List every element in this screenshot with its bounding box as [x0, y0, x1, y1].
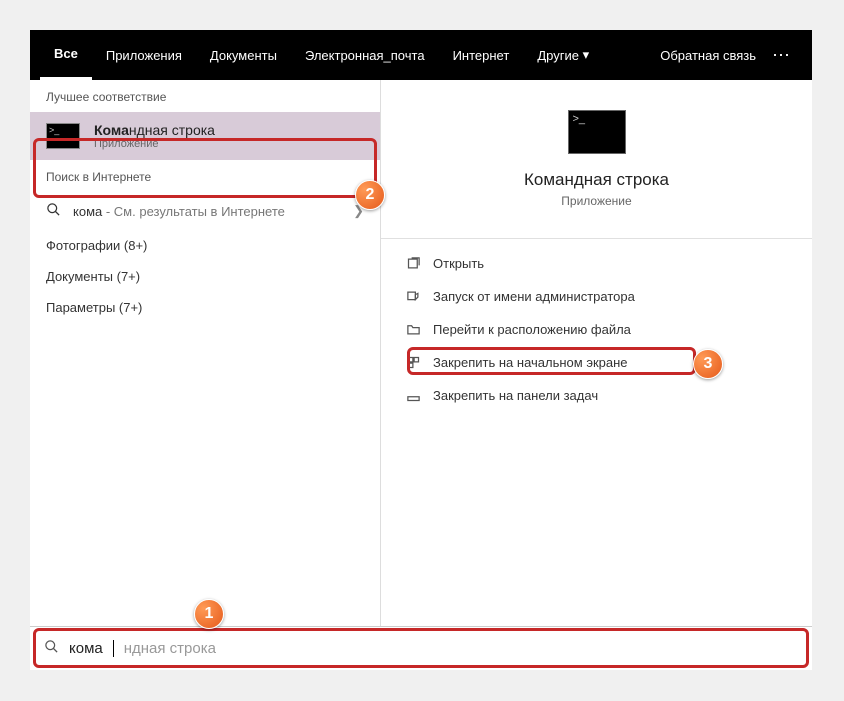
- filter-documents[interactable]: Документы (7+): [30, 261, 380, 292]
- pin-start-icon: [405, 355, 421, 370]
- tab-internet[interactable]: Интернет: [439, 30, 524, 80]
- open-icon: [405, 256, 421, 271]
- command-prompt-icon: [46, 123, 80, 149]
- tab-other[interactable]: Другие ▾: [523, 30, 603, 80]
- result-title: Командная строка: [94, 122, 215, 138]
- action-run-as-admin[interactable]: Запуск от имени администратора: [381, 280, 812, 313]
- folder-icon: [405, 322, 421, 337]
- action-pin-taskbar[interactable]: Закрепить на панели задач: [381, 379, 812, 412]
- search-window: Все Приложения Документы Электронная_поч…: [30, 30, 812, 670]
- search-icon: [46, 202, 61, 220]
- tab-email[interactable]: Электронная_почта: [291, 30, 439, 80]
- annotation-badge-3: 3: [693, 349, 723, 379]
- tab-apps[interactable]: Приложения: [92, 30, 196, 80]
- preview-panel: Командная строка Приложение Открыть Запу…: [380, 80, 812, 626]
- annotation-badge-2: 2: [355, 180, 385, 210]
- actions-list: Открыть Запуск от имени администратора П…: [381, 238, 812, 420]
- command-prompt-icon: [568, 110, 626, 154]
- feedback-link[interactable]: Обратная связь: [660, 48, 756, 63]
- tab-documents[interactable]: Документы: [196, 30, 291, 80]
- web-search-result[interactable]: кома - См. результаты в Интернете ❯: [30, 192, 380, 230]
- filter-photos[interactable]: Фотографии (8+): [30, 230, 380, 261]
- chevron-down-icon: ▾: [583, 47, 590, 63]
- result-command-prompt[interactable]: Командная строка Приложение: [30, 112, 380, 160]
- web-search-header: Поиск в Интернете: [30, 160, 380, 192]
- preview-subtitle: Приложение: [561, 194, 631, 208]
- filter-tabs: Все Приложения Документы Электронная_поч…: [30, 30, 812, 80]
- best-match-header: Лучшее соответствие: [30, 80, 380, 112]
- more-icon[interactable]: ⋯: [772, 45, 792, 66]
- preview-title: Командная строка: [524, 170, 669, 190]
- results-panel: Лучшее соответствие Командная строка При…: [30, 80, 380, 626]
- action-pin-start[interactable]: Закрепить на начальном экране: [381, 346, 812, 379]
- tab-all[interactable]: Все: [40, 30, 92, 80]
- filter-settings[interactable]: Параметры (7+): [30, 292, 380, 323]
- action-open[interactable]: Открыть: [381, 247, 812, 280]
- result-subtitle: Приложение: [94, 138, 215, 150]
- search-bar: командная строка: [30, 626, 812, 670]
- pin-taskbar-icon: [405, 388, 421, 403]
- annotation-badge-1: 1: [194, 599, 224, 629]
- shield-icon: [405, 289, 421, 304]
- action-open-location[interactable]: Перейти к расположению файла: [381, 313, 812, 346]
